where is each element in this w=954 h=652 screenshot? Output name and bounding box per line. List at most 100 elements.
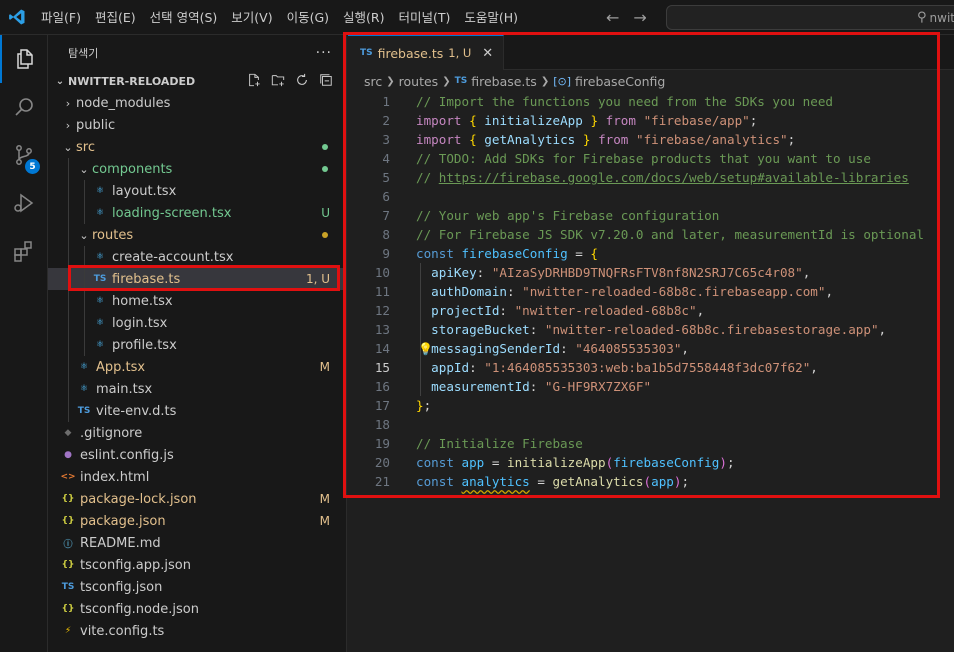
file-type-icon: ◆ <box>64 428 72 438</box>
tree-item-label: .gitignore <box>80 425 143 441</box>
tree-file[interactable]: {} tsconfig.app.json <box>48 554 346 576</box>
indent-guide <box>68 158 69 180</box>
tree-item-label: vite.config.ts <box>80 623 165 639</box>
tree-file[interactable]: TS tsconfig.json <box>48 576 346 598</box>
tree-file[interactable]: {} package-lock.json M <box>48 488 346 510</box>
file-type-icon: {} <box>61 516 75 526</box>
navigation-arrows: ← → <box>606 0 647 35</box>
menu-item-1[interactable]: 편집(E) <box>88 0 143 35</box>
tree-file[interactable]: ⚛ login.tsx <box>48 312 346 334</box>
file-type-icon: ⚡ <box>64 626 72 636</box>
tree-file[interactable]: ⚛ layout.tsx <box>48 180 346 202</box>
tree-item-label: layout.tsx <box>112 183 177 199</box>
tree-item-label: main.tsx <box>96 381 153 397</box>
tree-file[interactable]: ⚛ App.tsx M <box>48 356 346 378</box>
tree-folder[interactable]: ⌄ routes <box>48 224 346 246</box>
collapse-all-icon[interactable] <box>318 72 334 88</box>
indent-guide <box>84 202 85 224</box>
file-tree: › node_modules › public ⌄ src ⌄ components ⚛ layo… <box>48 92 346 642</box>
tree-item-label: create-account.tsx <box>112 249 234 265</box>
tree-folder[interactable]: ⌄ components <box>48 158 346 180</box>
tree-file[interactable]: ⚛ profile.tsx <box>48 334 346 356</box>
run-debug-icon[interactable] <box>0 179 48 227</box>
title-bar: 파일(F) 편집(E) 선택 영역(S) 보기(V) 이동(G) 실행(R) 터미널(T) 도… <box>0 0 954 35</box>
file-type-icon: {} <box>61 494 75 504</box>
search-activity-icon[interactable] <box>0 83 48 131</box>
file-type-icon: ⚛ <box>95 318 105 328</box>
explorer-title: 탐색기 <box>68 46 99 60</box>
file-type-icon: ⚛ <box>95 252 105 262</box>
tree-item-label: App.tsx <box>96 359 146 375</box>
tree-item-label: login.tsx <box>112 315 168 331</box>
selected-file-highlight <box>68 265 340 291</box>
menu-item-0[interactable]: 파일(F) <box>34 0 88 35</box>
command-center-search[interactable]: ⚲ nwitt <box>666 5 954 30</box>
file-type-icon: ⚛ <box>79 362 89 372</box>
back-arrow-icon[interactable]: ← <box>606 0 619 35</box>
new-file-icon[interactable] <box>246 72 262 88</box>
vscode-logo-icon <box>0 0 34 35</box>
tree-file[interactable]: {} tsconfig.node.json <box>48 598 346 620</box>
explorer-actions <box>246 72 334 88</box>
menu-item-6[interactable]: 터미널(T) <box>392 0 458 35</box>
forward-arrow-icon[interactable]: → <box>633 0 646 35</box>
editor-highlight <box>343 32 940 498</box>
menu-item-3[interactable]: 보기(V) <box>224 0 279 35</box>
tree-folder[interactable]: › public <box>48 114 346 136</box>
tree-item-label: tsconfig.json <box>80 579 163 595</box>
tree-item-label: loading-screen.tsx <box>112 205 232 221</box>
file-type-icon: ⚛ <box>79 384 89 394</box>
refresh-icon[interactable] <box>294 72 310 88</box>
tree-folder[interactable]: ⌄ src <box>48 136 346 158</box>
tree-item-label: vite-env.d.ts <box>96 403 177 419</box>
explorer-icon[interactable] <box>0 35 48 83</box>
menu-item-7[interactable]: 도움말(H) <box>457 0 525 35</box>
tree-item-label: components <box>92 161 173 177</box>
file-type-icon: ⚛ <box>95 340 105 350</box>
search-icon: ⚲ <box>917 10 927 25</box>
tree-file[interactable]: ⚛ main.tsx <box>48 378 346 400</box>
file-type-icon: ● <box>64 450 72 460</box>
file-type-icon: TS <box>61 582 75 592</box>
file-type-icon: ⚛ <box>95 186 105 196</box>
tree-file[interactable]: ⚛ loading-screen.tsx U <box>48 202 346 224</box>
indent-guide <box>68 290 69 312</box>
tree-file[interactable]: {} package.json M <box>48 510 346 532</box>
tree-item-label: index.html <box>80 469 150 485</box>
tree-file[interactable]: ⚡ vite.config.ts <box>48 620 346 642</box>
project-header[interactable]: ⌄ NWITTER-RELOADED <box>48 70 346 92</box>
extensions-icon[interactable] <box>0 227 48 275</box>
file-type-icon: {} <box>61 560 75 570</box>
more-actions-icon[interactable]: ··· <box>316 45 332 61</box>
indent-guide <box>68 334 69 356</box>
tree-item-label: src <box>76 139 95 155</box>
explorer-sidebar: 탐색기 ··· ⌄ NWITTER-RELOADED › node_modules… <box>48 35 347 652</box>
indent-guide <box>84 312 85 334</box>
tree-file[interactable]: ◆ .gitignore <box>48 422 346 444</box>
git-status-badge: U <box>321 206 330 220</box>
menu-item-2[interactable]: 선택 영역(S) <box>143 0 225 35</box>
menu-item-5[interactable]: 실행(R) <box>336 0 391 35</box>
indent-guide <box>68 378 69 400</box>
new-folder-icon[interactable] <box>270 72 286 88</box>
tree-file[interactable]: ⚛ home.tsx <box>48 290 346 312</box>
file-type-icon: <> <box>60 472 76 482</box>
tree-folder[interactable]: › node_modules <box>48 92 346 114</box>
explorer-header: 탐색기 ··· <box>48 35 346 70</box>
indent-guide <box>84 180 85 202</box>
tree-item-label: package.json <box>80 513 166 529</box>
tree-item-label: profile.tsx <box>112 337 177 353</box>
menu-item-4[interactable]: 이동(G) <box>280 0 336 35</box>
file-type-icon: ⚛ <box>95 208 105 218</box>
file-type-icon: ⚛ <box>95 296 105 306</box>
tree-file[interactable]: ⓘ README.md <box>48 532 346 554</box>
modified-dot-icon <box>322 232 328 238</box>
tree-file[interactable]: TS vite-env.d.ts <box>48 400 346 422</box>
activity-bar: 5 <box>0 35 48 652</box>
source-control-icon[interactable]: 5 <box>0 131 48 179</box>
tree-item-label: tsconfig.node.json <box>80 601 199 617</box>
tree-file[interactable]: <> index.html <box>48 466 346 488</box>
indent-guide <box>68 312 69 334</box>
indent-guide <box>68 400 69 422</box>
tree-file[interactable]: ● eslint.config.js <box>48 444 346 466</box>
